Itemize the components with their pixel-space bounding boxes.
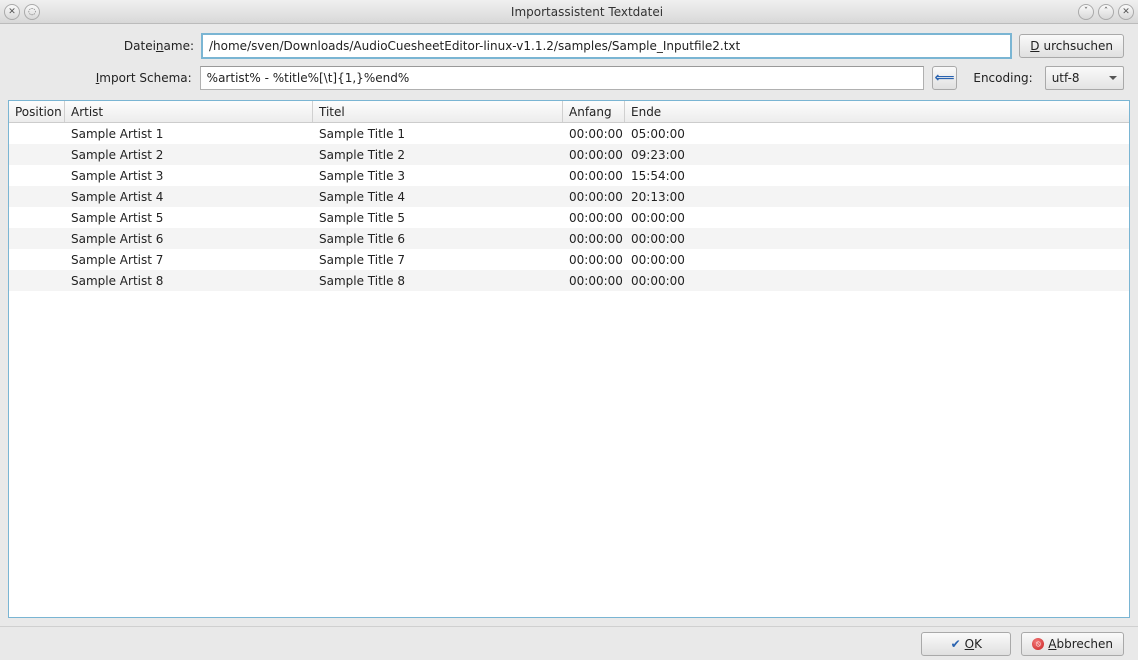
filename-label-mn: n <box>156 39 164 53</box>
browse-button-mn: D <box>1030 39 1039 53</box>
col-header-ende[interactable]: Ende <box>625 101 1129 122</box>
table-cell: 00:00:00 <box>563 127 625 141</box>
filename-input[interactable] <box>202 34 1011 58</box>
table-cell: Sample Artist 8 <box>65 274 313 288</box>
table-cell: 15:54:00 <box>625 169 1129 183</box>
ok-button[interactable]: ✔ OK <box>921 632 1011 656</box>
encoding-value: utf-8 <box>1052 71 1080 85</box>
table-cell: Sample Artist 2 <box>65 148 313 162</box>
schema-input[interactable] <box>200 66 924 90</box>
titlebar: ✕ ◌ Importassistent Textdatei ˇ ˆ ✕ <box>0 0 1138 24</box>
table-cell: Sample Artist 3 <box>65 169 313 183</box>
table-cell: 05:00:00 <box>625 127 1129 141</box>
schema-label: Import Schema: <box>14 71 192 85</box>
window-title: Importassistent Textdatei <box>40 5 1134 19</box>
close-icon[interactable]: ✕ <box>1118 4 1134 20</box>
table-cell: 00:00:00 <box>625 253 1129 267</box>
schema-row: Import Schema: ⟸ Encoding: utf-8 <box>14 66 1124 90</box>
window-sticky-icon[interactable]: ◌ <box>24 4 40 20</box>
table-cell: Sample Title 4 <box>313 190 563 204</box>
window-menu-icon[interactable]: ✕ <box>4 4 20 20</box>
filename-row: Dateiname: Durchsuchen <box>14 34 1124 58</box>
ok-mn: O <box>965 637 974 651</box>
browse-button[interactable]: Durchsuchen <box>1019 34 1124 58</box>
table-row[interactable]: Sample Artist 4Sample Title 400:00:0020:… <box>9 186 1129 207</box>
col-header-anfang[interactable]: Anfang <box>563 101 625 122</box>
table-row[interactable]: Sample Artist 3Sample Title 300:00:0015:… <box>9 165 1129 186</box>
cancel-mn: A <box>1048 637 1056 651</box>
table-cell: 09:23:00 <box>625 148 1129 162</box>
table-body: Sample Artist 1Sample Title 100:00:0005:… <box>9 123 1129 617</box>
table-header: Position Artist Titel Anfang Ende <box>9 101 1129 123</box>
table-cell: Sample Artist 7 <box>65 253 313 267</box>
table-row[interactable]: Sample Artist 8Sample Title 800:00:0000:… <box>9 270 1129 291</box>
cancel-post: bbrechen <box>1057 637 1113 651</box>
browse-button-post: urchsuchen <box>1043 39 1113 53</box>
table-row[interactable]: Sample Artist 2Sample Title 200:00:0009:… <box>9 144 1129 165</box>
encoding-label: Encoding: <box>965 71 1036 85</box>
table-row[interactable]: Sample Artist 1Sample Title 100:00:0005:… <box>9 123 1129 144</box>
filename-label-post: ame: <box>164 39 194 53</box>
filename-label-pre: Datei <box>124 39 156 53</box>
table-cell: Sample Title 6 <box>313 232 563 246</box>
table-cell: Sample Title 7 <box>313 253 563 267</box>
cancel-button[interactable]: ⦸ Abbrechen <box>1021 632 1124 656</box>
table-row[interactable]: Sample Artist 6Sample Title 600:00:0000:… <box>9 228 1129 249</box>
table-cell: 00:00:00 <box>563 274 625 288</box>
table-cell: Sample Title 1 <box>313 127 563 141</box>
table-cell: Sample Artist 5 <box>65 211 313 225</box>
table-cell: 00:00:00 <box>563 190 625 204</box>
table-cell: 00:00:00 <box>563 169 625 183</box>
table-cell: Sample Title 8 <box>313 274 563 288</box>
ok-post: K <box>974 637 982 651</box>
table-cell: Sample Title 5 <box>313 211 563 225</box>
filename-label: Dateiname: <box>14 39 194 53</box>
col-header-title[interactable]: Titel <box>313 101 563 122</box>
table-cell: 00:00:00 <box>563 211 625 225</box>
cancel-icon: ⦸ <box>1032 638 1044 650</box>
table-row[interactable]: Sample Artist 5Sample Title 500:00:0000:… <box>9 207 1129 228</box>
table-cell: 00:00:00 <box>563 253 625 267</box>
table-cell: 20:13:00 <box>625 190 1129 204</box>
encoding-select[interactable]: utf-8 <box>1045 66 1124 90</box>
col-header-position[interactable]: Position <box>9 101 65 122</box>
ok-icon: ✔ <box>951 637 961 651</box>
titlebar-left-controls: ✕ ◌ <box>4 4 40 20</box>
reset-schema-button[interactable]: ⟸ <box>932 66 958 90</box>
form-area: Dateiname: Durchsuchen Import Schema: ⟸ … <box>0 24 1138 96</box>
titlebar-right-controls: ˇ ˆ ✕ <box>1078 4 1134 20</box>
table-cell: Sample Artist 4 <box>65 190 313 204</box>
table-cell: 00:00:00 <box>625 232 1129 246</box>
preview-table: Position Artist Titel Anfang Ende Sample… <box>8 100 1130 618</box>
table-cell: 00:00:00 <box>625 274 1129 288</box>
table-cell: 00:00:00 <box>563 232 625 246</box>
schema-label-post: mport Schema: <box>99 71 191 85</box>
table-cell: Sample Artist 1 <box>65 127 313 141</box>
table-cell: Sample Title 3 <box>313 169 563 183</box>
table-cell: Sample Artist 6 <box>65 232 313 246</box>
dialog-window: ✕ ◌ Importassistent Textdatei ˇ ˆ ✕ Date… <box>0 0 1138 660</box>
table-cell: Sample Title 2 <box>313 148 563 162</box>
arrow-left-icon: ⟸ <box>934 70 954 86</box>
table-cell: 00:00:00 <box>563 148 625 162</box>
minimize-icon[interactable]: ˇ <box>1078 4 1094 20</box>
dialog-footer: ✔ OK ⦸ Abbrechen <box>0 626 1138 660</box>
maximize-icon[interactable]: ˆ <box>1098 4 1114 20</box>
col-header-artist[interactable]: Artist <box>65 101 313 122</box>
table-cell: 00:00:00 <box>625 211 1129 225</box>
table-row[interactable]: Sample Artist 7Sample Title 700:00:0000:… <box>9 249 1129 270</box>
